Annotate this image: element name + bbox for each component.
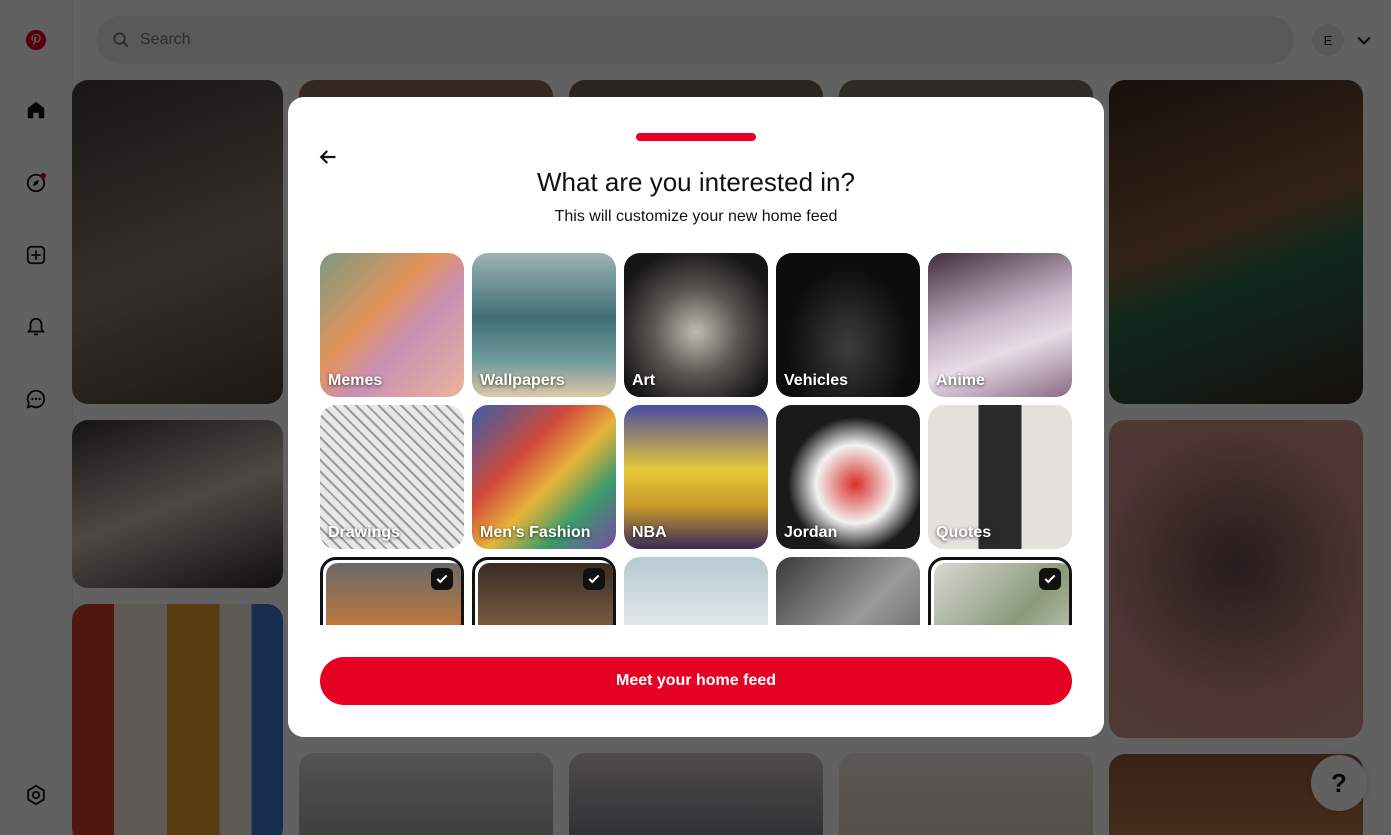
back-arrow-icon	[319, 150, 336, 164]
topics-grid: Memes Wallpapers Art Vehicles Anime Draw…	[288, 253, 1104, 625]
topic-image	[624, 557, 768, 625]
topic-label: Anime	[936, 372, 985, 389]
topic-tile-selected[interactable]	[928, 557, 1072, 625]
topic-label: Quotes	[936, 524, 992, 541]
topic-tile-drawings[interactable]: Drawings	[320, 405, 464, 549]
modal-title: What are you interested in?	[537, 167, 855, 197]
topic-label: NBA	[632, 524, 667, 541]
topic-label: Wallpapers	[480, 372, 565, 389]
topic-tile-selected[interactable]	[320, 557, 464, 625]
checkmark-icon	[431, 568, 453, 590]
checkmark-icon	[583, 568, 605, 590]
checkmark-icon	[1039, 568, 1061, 590]
topic-tile[interactable]	[776, 557, 920, 625]
progress-bar	[636, 133, 756, 141]
topic-label: Vehicles	[784, 372, 849, 389]
topic-tile-selected[interactable]	[472, 557, 616, 625]
topic-label: Drawings	[328, 524, 401, 541]
topic-label: Jordan	[784, 524, 838, 541]
topic-tile-vehicles[interactable]: Vehicles	[776, 253, 920, 397]
topic-tile-memes[interactable]: Memes	[320, 253, 464, 397]
topic-tile[interactable]	[624, 557, 768, 625]
topic-tile-jordan[interactable]: Jordan	[776, 405, 920, 549]
interests-modal: What are you interested in? This will cu…	[288, 97, 1104, 737]
modal-subtitle: This will customize your new home feed	[554, 208, 838, 225]
topic-tile-nba[interactable]: NBA	[624, 405, 768, 549]
modal-footer: Meet your home feed	[288, 625, 1104, 737]
topic-label: Memes	[328, 372, 383, 389]
topic-tile-art[interactable]: Art	[624, 253, 768, 397]
topic-label: Men's Fashion	[480, 524, 591, 541]
meet-home-feed-button[interactable]: Meet your home feed	[320, 657, 1072, 705]
topic-label: Art	[632, 372, 656, 389]
topic-tile-mens-fashion[interactable]: Men's Fashion	[472, 405, 616, 549]
topic-tile-wallpapers[interactable]: Wallpapers	[472, 253, 616, 397]
topic-image	[776, 557, 920, 625]
topic-tile-quotes[interactable]: Quotes	[928, 405, 1072, 549]
topic-tile-anime[interactable]: Anime	[928, 253, 1072, 397]
